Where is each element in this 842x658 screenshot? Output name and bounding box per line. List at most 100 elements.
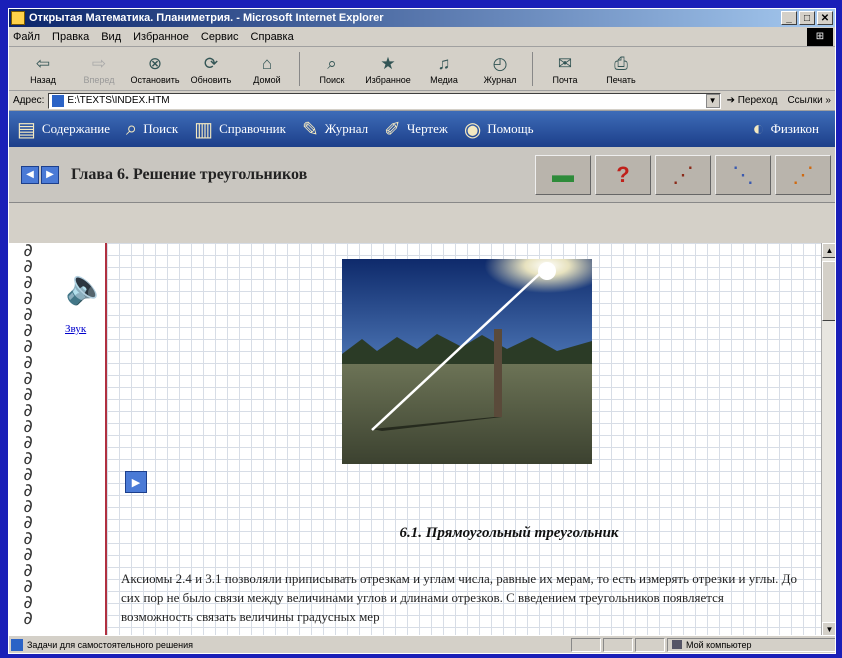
nav-help[interactable]: ◉ Помощь (464, 117, 534, 142)
print-label: Печать (606, 74, 636, 85)
notebook-spiral: ∂ ∂ ∂ ∂ ∂ ∂ ∂ ∂ ∂ ∂ ∂ ∂ ∂ ∂ ∂ ∂ ∂ ∂ ∂ ∂ ∂ ∂ ∂ ∂ (9, 242, 47, 637)
chapter-bar: ◀ ▶ Глава 6. Решение треугольников ▬ ? ⋰… (9, 147, 835, 203)
nav-contents[interactable]: ▤ Содержание (17, 117, 110, 142)
go-button[interactable]: ➔ Переход (727, 95, 778, 106)
address-bar: Адрес: E:\TEXTS\INDEX.HTM ▼ ➔ Переход Сс… (9, 91, 835, 111)
journal-icon: ✎ (301, 118, 319, 141)
zone-label: Мой компьютер (686, 639, 752, 650)
home-button[interactable]: ⌂ Домой (239, 53, 295, 85)
scroll-up-icon[interactable]: ▲ (822, 243, 835, 258)
close-button[interactable]: ✕ (817, 11, 833, 25)
toolbar-separator (299, 51, 300, 86)
favorites-label: Избранное (365, 74, 411, 85)
address-dropdown-icon[interactable]: ▼ (705, 93, 720, 108)
links-button[interactable]: Ссылки » (787, 95, 831, 106)
minimize-button[interactable]: _ (781, 11, 797, 25)
nav-reference-label: Справочник (219, 121, 286, 136)
toolbar: ⇦ Назад ⇨ Вперед ⊗ Остановить ⟳ Обновить… (9, 47, 835, 91)
favorites-button[interactable]: ★ Избранное (360, 53, 416, 85)
toolbar-separator (532, 51, 533, 86)
reference-book-icon: ▥ (194, 118, 214, 141)
vertical-scrollbar[interactable]: ▲ ▼ (821, 243, 835, 637)
book-icon[interactable]: ▬ (535, 154, 591, 195)
footprints-3-icon[interactable]: ⋰ (775, 154, 831, 195)
media-button[interactable]: ♫ Медиа (416, 53, 472, 85)
mail-button[interactable]: ✉ Почта (537, 53, 593, 85)
nav-journal-label: Журнал (324, 121, 369, 136)
maximize-button[interactable]: □ (799, 11, 815, 25)
menu-view[interactable]: Вид (101, 31, 121, 43)
address-label: Адрес: (13, 95, 45, 106)
stop-label: Остановить (130, 74, 180, 85)
nav-drawing[interactable]: ✐ Чертеж (384, 117, 448, 142)
status-text: Задачи для самостоятельного решения (27, 639, 194, 650)
refresh-icon: ⟳ (203, 53, 219, 73)
mail-icon: ✉ (557, 53, 573, 73)
refresh-button[interactable]: ⟳ Обновить (183, 53, 239, 85)
next-page-button[interactable]: ▶ (41, 165, 59, 184)
address-value: E:\TEXTS\INDEX.HTM (67, 95, 170, 106)
menu-tools[interactable]: Сервис (201, 31, 239, 43)
forward-arrow-icon: ⇨ (91, 53, 107, 73)
status-panel (603, 637, 633, 652)
content-sidebar: 🔈 Звук (47, 243, 107, 637)
history-icon: ◴ (492, 53, 508, 73)
drawing-icon: ✐ (384, 118, 401, 141)
stop-button[interactable]: ⊗ Остановить (127, 53, 183, 85)
menu-help[interactable]: Справка (251, 31, 294, 43)
status-bar: Задачи для самостоятельного решения Мой … (9, 635, 835, 653)
window-title: Открытая Математика. Планиметрия. - Micr… (29, 12, 384, 24)
content-area: ∂ ∂ ∂ ∂ ∂ ∂ ∂ ∂ ∂ ∂ ∂ ∂ ∂ ∂ ∂ ∂ ∂ ∂ ∂ ∂ ∂ ∂ ∂ ∂ 🔈 Звук (9, 242, 835, 637)
prev-page-button[interactable]: ◀ (21, 165, 39, 184)
home-icon: ⌂ (261, 53, 273, 73)
nav-physicon-label: Физикон (770, 121, 819, 136)
title-bar: Открытая Математика. Планиметрия. - Micr… (9, 9, 835, 27)
back-arrow-icon: ⇦ (35, 53, 51, 73)
address-input[interactable]: E:\TEXTS\INDEX.HTM ▼ (48, 92, 721, 109)
computer-icon (672, 640, 682, 649)
contents-icon: ▤ (17, 118, 36, 141)
history-button[interactable]: ◴ Журнал (472, 53, 528, 85)
search-icon: ⌕ (327, 53, 337, 73)
section-paragraph: Аксиомы 2.4 и 3.1 позволяли приписывать … (121, 571, 798, 624)
footprints-1-icon[interactable]: ⋰ (655, 154, 711, 195)
footprints-2-icon[interactable]: ⋱ (715, 154, 771, 195)
windows-logo-icon: ⊞ (807, 27, 833, 46)
nav-search[interactable]: ⌕ Поиск (126, 118, 178, 141)
search-button[interactable]: ⌕ Поиск (304, 53, 360, 85)
stop-icon: ⊗ (147, 53, 163, 73)
print-button[interactable]: ⎙ Печать (593, 53, 649, 85)
sun-pole-shadow-illustration (342, 259, 592, 464)
nav-contents-label: Содержание (41, 121, 111, 136)
play-button[interactable]: ▶ (125, 471, 147, 493)
chapter-title: Глава 6. Решение треугольников (71, 165, 308, 183)
menu-favorites[interactable]: Избранное (133, 31, 189, 43)
globe-icon: ◐ (752, 117, 765, 140)
go-label: Переход (737, 95, 778, 106)
menu-edit[interactable]: Правка (52, 31, 89, 43)
print-icon: ⎙ (614, 53, 628, 73)
speaker-icon[interactable]: 🔈 (65, 267, 107, 307)
nav-journal[interactable]: ✎ Журнал (302, 117, 368, 142)
home-label: Домой (253, 74, 281, 85)
menu-file[interactable]: Файл (13, 31, 40, 43)
history-label: Журнал (483, 74, 517, 85)
nav-help-label: Помощь (487, 121, 534, 136)
back-button[interactable]: ⇦ Назад (15, 53, 71, 85)
nav-drawing-label: Чертеж (406, 121, 448, 136)
sound-link[interactable]: Звук (65, 323, 86, 335)
status-panel (635, 637, 665, 652)
ie-app-icon (11, 11, 25, 25)
section-title: 6.1. Прямоугольный треугольник (399, 525, 619, 541)
favorites-icon: ★ (380, 53, 396, 73)
site-navigation: ▤ Содержание ⌕ Поиск ▥ Справочник ✎ Журн… (9, 111, 835, 147)
nav-physicon[interactable]: ◐ Физикон (752, 118, 819, 141)
media-label: Медиа (430, 74, 458, 85)
forward-button[interactable]: ⇨ Вперед (71, 53, 127, 85)
question-icon[interactable]: ? (595, 154, 651, 195)
help-icon: ◉ (463, 118, 482, 141)
nav-reference[interactable]: ▥ Справочник (194, 117, 286, 142)
scrollbar-thumb[interactable] (822, 261, 835, 321)
refresh-label: Обновить (190, 74, 232, 85)
page-status-icon (11, 638, 23, 651)
